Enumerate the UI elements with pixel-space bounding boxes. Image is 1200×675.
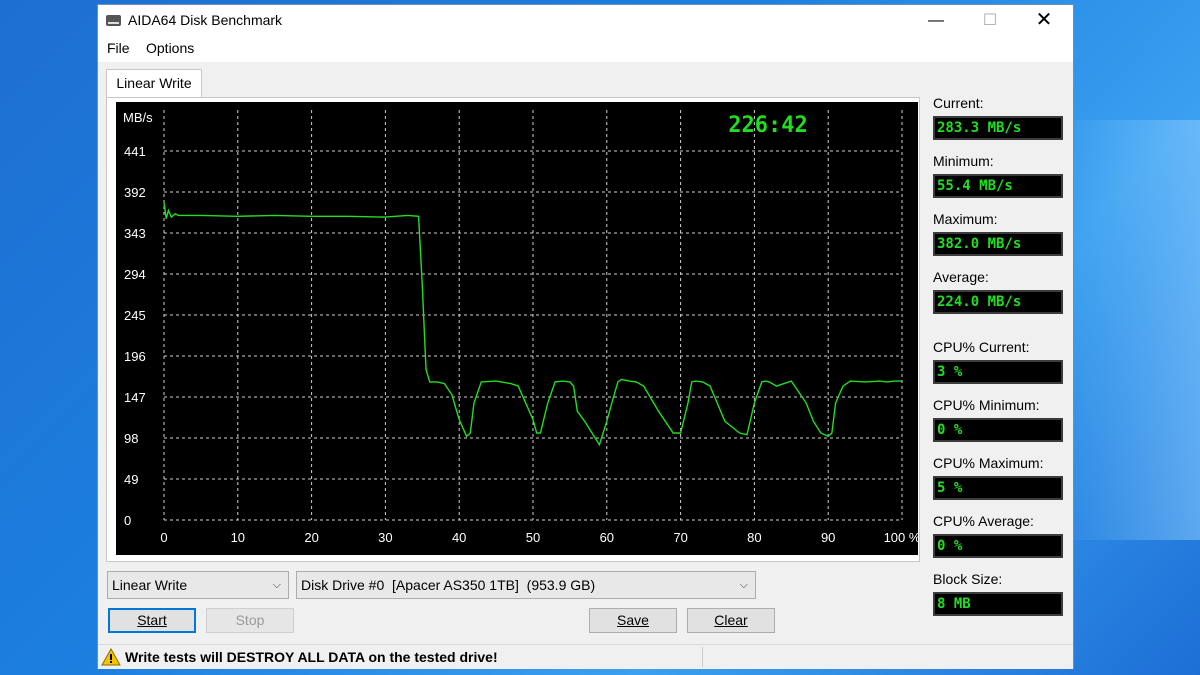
- drive-select-value: Disk Drive #0 [Apacer AS350 1TB] (953.9 …: [301, 577, 596, 593]
- x-tick-label: 60: [600, 530, 614, 545]
- cpu-maximum-label: CPU% Maximum:: [933, 455, 1044, 471]
- warning-icon: [101, 648, 121, 666]
- cpu-current-label: CPU% Current:: [933, 339, 1030, 355]
- desktop-background-glow: [1060, 120, 1200, 540]
- maximum-label: Maximum:: [933, 211, 998, 227]
- y-tick-label: 147: [124, 390, 146, 405]
- current-value: 283.3 MB/s: [933, 116, 1063, 140]
- y-tick-label: 392: [124, 185, 146, 200]
- x-tick-label: 20: [304, 530, 318, 545]
- save-button-label: Save: [617, 612, 649, 628]
- x-tick-label: 40: [452, 530, 466, 545]
- chevron-down-icon: ⌵: [272, 579, 281, 591]
- chart-area: 0 10 20 30 40 50 60 70 80 90 100 % 0 49 98 147 196 245 29…: [116, 102, 918, 555]
- tab-linear-write[interactable]: Linear Write: [106, 69, 202, 98]
- y-tick-label: 196: [124, 349, 146, 364]
- clear-button[interactable]: Clear: [687, 608, 775, 633]
- disk-app-icon: [106, 15, 121, 26]
- chevron-down-icon: ⌵: [739, 579, 748, 591]
- write-speed-chart: 0 10 20 30 40 50 60 70 80 90 100 % 0 49 98 147 196 245 29…: [123, 110, 918, 545]
- cpu-average-value: 0 %: [933, 534, 1063, 558]
- maximize-button[interactable]: ☐: [967, 5, 1013, 36]
- status-separator: [702, 647, 703, 667]
- block-size-label: Block Size:: [933, 571, 1003, 587]
- menu-file[interactable]: File: [107, 40, 130, 56]
- y-tick-label: 245: [124, 308, 146, 323]
- status-warning: Write tests will DESTROY ALL DATA on the…: [125, 649, 498, 665]
- maximum-value: 382.0 MB/s: [933, 232, 1063, 256]
- elapsed-timer: 226:42: [728, 113, 807, 138]
- benchmark-window: AIDA64 Disk Benchmark — ☐ ✕ File Options…: [97, 4, 1074, 669]
- window-title: AIDA64 Disk Benchmark: [128, 12, 283, 28]
- y-axis-label: MB/s: [123, 110, 153, 125]
- cpu-maximum-value: 5 %: [933, 476, 1063, 500]
- cpu-current-value: 3 %: [933, 360, 1063, 384]
- minimum-value: 55.4 MB/s: [933, 174, 1063, 198]
- close-button[interactable]: ✕: [1021, 5, 1067, 36]
- x-tick-label: 30: [378, 530, 392, 545]
- x-tick-label: 70: [673, 530, 687, 545]
- y-tick-label: 294: [124, 267, 146, 282]
- y-tick-label: 343: [124, 226, 146, 241]
- minimize-button[interactable]: —: [913, 5, 959, 36]
- cpu-average-label: CPU% Average:: [933, 513, 1034, 529]
- y-tick-label: 98: [124, 431, 138, 446]
- cpu-minimum-label: CPU% Minimum:: [933, 397, 1040, 413]
- menu-options[interactable]: Options: [146, 40, 194, 56]
- y-tick-label: 49: [124, 472, 138, 487]
- save-button[interactable]: Save: [589, 608, 677, 633]
- x-tick-label: 10: [231, 530, 245, 545]
- chart-panel: 0 10 20 30 40 50 60 70 80 90 100 % 0 49 98 147 196 245 29…: [106, 97, 920, 562]
- clear-button-label: Clear: [714, 612, 748, 628]
- minimum-label: Minimum:: [933, 153, 994, 169]
- block-size-value: 8 MB: [933, 592, 1063, 616]
- average-label: Average:: [933, 269, 989, 285]
- x-tick-label: 50: [526, 530, 540, 545]
- current-label: Current:: [933, 95, 984, 111]
- title-bar[interactable]: AIDA64 Disk Benchmark — ☐ ✕: [98, 5, 1073, 36]
- status-bar: Write tests will DESTROY ALL DATA on the…: [98, 644, 1073, 669]
- drive-select[interactable]: Disk Drive #0 [Apacer AS350 1TB] (953.9 …: [296, 571, 756, 599]
- x-tick-label: 0: [160, 530, 167, 545]
- cpu-minimum-value: 0 %: [933, 418, 1063, 442]
- test-mode-value: Linear Write: [112, 577, 188, 593]
- x-tick-label: 100 %: [884, 530, 918, 545]
- stop-button[interactable]: Stop: [206, 608, 294, 633]
- x-tick-label: 80: [747, 530, 761, 545]
- x-tick-label: 90: [821, 530, 835, 545]
- test-mode-select[interactable]: Linear Write ⌵: [107, 571, 289, 599]
- average-value: 224.0 MB/s: [933, 290, 1063, 314]
- start-button-label: Start: [137, 612, 167, 628]
- y-tick-label: 441: [124, 144, 146, 159]
- y-tick-label: 0: [124, 513, 131, 528]
- start-button[interactable]: Start: [108, 608, 196, 633]
- menu-bar: File Options: [98, 36, 1073, 62]
